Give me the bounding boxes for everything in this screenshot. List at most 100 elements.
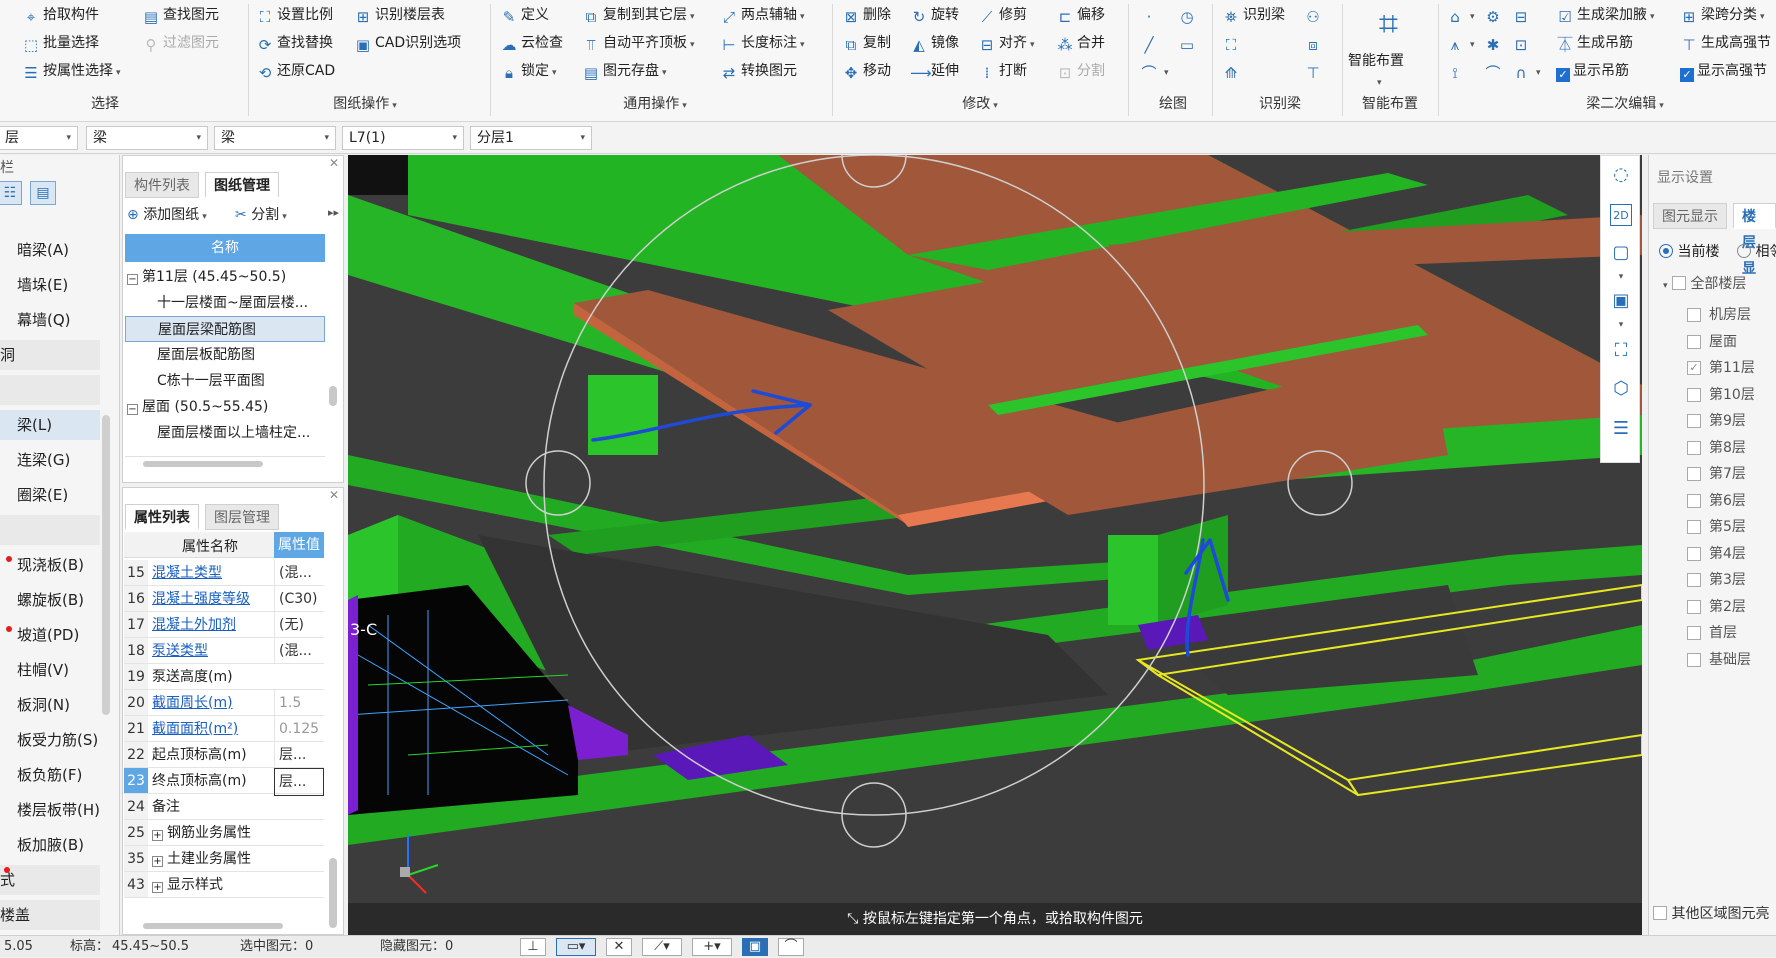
component-select[interactable]: L7(1) ▾	[342, 126, 464, 150]
property-value[interactable]: 层...	[274, 742, 324, 768]
property-row[interactable]: 15 混凝土类型 (混...	[124, 560, 324, 586]
tab-properties[interactable]: 属性列表	[125, 504, 199, 530]
beam-tool-5[interactable]: ✱	[1484, 32, 1505, 54]
checkbox-icon[interactable]	[1687, 334, 1701, 349]
beam-tool-6[interactable]: ⊡	[1512, 32, 1533, 54]
collapse-icon[interactable]: −	[127, 404, 138, 415]
display-settings-icon[interactable]: ☰	[1610, 418, 1632, 440]
identify-tool-2[interactable]: ⛶	[1222, 32, 1243, 54]
floor-item[interactable]: 第8层	[1687, 433, 1746, 463]
2d-view-icon[interactable]: 2D	[1610, 204, 1632, 226]
nav-scrollbar[interactable]	[102, 415, 110, 715]
plus-snap-icon[interactable]: +▾	[692, 938, 732, 956]
break-button[interactable]: ⁞ 打断	[978, 60, 1027, 82]
floor-item[interactable]: 第3层	[1687, 565, 1746, 595]
nav-item[interactable]: 连梁(G)	[0, 445, 100, 475]
property-row[interactable]: 18 泵送类型 (混...	[124, 638, 324, 664]
define-button[interactable]: ✎ 定义	[500, 4, 549, 26]
show-stirrup-checkbox[interactable]: ✓ 显示高强节	[1680, 60, 1767, 82]
floor-item[interactable]: 第5层	[1687, 512, 1746, 542]
floor-item[interactable]: 第10层	[1687, 380, 1755, 410]
extend-button[interactable]: ⟶延伸	[910, 60, 959, 82]
convert-elements-button[interactable]: ⇄ 转换图元	[720, 60, 797, 82]
property-value[interactable]: 1.5	[274, 690, 324, 716]
filter-elements-button[interactable]: ⚲ 过滤图元	[142, 32, 220, 54]
gen-stirrup-button[interactable]: ⊤ 生成高强节	[1680, 32, 1771, 54]
cloud-check-button[interactable]: ☁ 云检查	[500, 32, 564, 54]
property-row[interactable]: 25 + 钢筋业务属性	[124, 820, 324, 846]
tab-drawings[interactable]: 图纸管理	[205, 172, 279, 198]
floor-item[interactable]: 屋面	[1687, 327, 1737, 357]
property-row[interactable]: 35 + 土建业务属性	[124, 846, 324, 872]
gen-hanger-button[interactable]: ⏄ 生成吊筋	[1556, 32, 1633, 54]
tree-item-selected[interactable]: 屋面层梁配筋图	[125, 316, 325, 342]
expand-icon[interactable]: +	[152, 856, 163, 867]
split-drawing-button[interactable]: ✂ 分割 ▾	[235, 204, 287, 224]
3d-viewport[interactable]: 3-C ⤡ 按鼠标左键指定第一个角点，或拾取构件图元	[348, 155, 1642, 935]
nav-item[interactable]: 现浇板(B)	[0, 550, 100, 580]
list-view-icon[interactable]: ☷	[0, 181, 22, 205]
property-row[interactable]: 43 + 显示样式	[124, 872, 324, 898]
identify-tool-4[interactable]: ⟰	[1222, 60, 1243, 82]
batch-select-button[interactable]: ⬚ 批量选择	[22, 32, 99, 54]
nav-item[interactable]: 墙垛(E)	[0, 270, 100, 300]
checkbox-icon[interactable]	[1687, 467, 1701, 481]
checkbox-icon[interactable]	[1687, 414, 1701, 428]
floor-item[interactable]: 基础层	[1687, 645, 1751, 675]
identify-tool-5[interactable]: ⊤	[1304, 60, 1325, 82]
3d-box-icon[interactable]: ▢	[1610, 242, 1632, 264]
two-point-axis-button[interactable]: ⤢ 两点辅轴 ▾	[720, 4, 805, 26]
collapse-icon[interactable]: −	[127, 274, 138, 285]
merge-button[interactable]: ⁂ 合并	[1056, 32, 1106, 54]
fit-view-icon[interactable]: ⛶	[1610, 340, 1632, 362]
beam-tool-3[interactable]: ⊟	[1512, 4, 1533, 26]
arc-snap-icon[interactable]: ⌒	[778, 938, 804, 956]
cross-select-icon[interactable]: ✕	[606, 938, 632, 956]
point-tool[interactable]: ·	[1140, 4, 1161, 26]
nav-item[interactable]: 板加腋(B)	[0, 830, 100, 860]
copy-button[interactable]: ⧉ 复制	[842, 32, 891, 54]
checkbox-icon[interactable]	[1687, 546, 1701, 561]
tree-group[interactable]: − 第11层 (45.45~50.5)	[127, 264, 327, 290]
property-value[interactable]: (无)	[274, 612, 324, 638]
floor-item[interactable]: 第4层	[1687, 539, 1746, 569]
gen-haunch-button[interactable]: ☑ 生成梁加腋 ▾	[1556, 4, 1654, 26]
save-elements-button[interactable]: ▤ 图元存盘 ▾	[582, 60, 667, 82]
property-value[interactable]: (C30)	[274, 586, 324, 612]
expand-icon[interactable]: +	[152, 882, 163, 893]
beam-tool-1[interactable]: ⌂ ▾	[1446, 4, 1474, 26]
dynamic-view-icon[interactable]: ⬡	[1610, 378, 1632, 400]
beam-tool-7[interactable]: ⟟	[1446, 60, 1467, 82]
property-value[interactable]: (混...	[274, 638, 324, 664]
trim-button[interactable]: ⟋ 修剪	[978, 4, 1027, 26]
close-icon[interactable]: ✕	[329, 156, 339, 170]
model-canvas[interactable]: 3-C	[348, 155, 1642, 935]
show-hanger-checkbox[interactable]: ✓ 显示吊筋	[1556, 60, 1629, 82]
property-row[interactable]: 22 起点顶标高(m) 层...	[124, 742, 324, 768]
property-row[interactable]: 23 终点顶标高(m) 层...	[124, 768, 324, 796]
tree-item[interactable]: 屋面层楼面以上墙柱定...	[125, 420, 325, 446]
rotate-button[interactable]: ↻ 旋转	[910, 4, 959, 26]
mirror-button[interactable]: ◭ 镜像	[910, 32, 959, 54]
cube-view-icon[interactable]: ▣	[1610, 290, 1632, 312]
checkbox-icon[interactable]	[1687, 652, 1701, 667]
nav-item[interactable]: 板洞(N)	[0, 690, 100, 720]
property-value[interactable]: 0.125	[274, 716, 324, 742]
select-rect-icon[interactable]: ▭▾	[556, 938, 596, 956]
rect-tool[interactable]: ▭	[1178, 32, 1199, 54]
tab-element-display[interactable]: 图元显示	[1653, 203, 1727, 229]
pick-component-button[interactable]: ⌖ 拾取构件	[22, 4, 99, 26]
tab-components[interactable]: 构件列表	[125, 172, 199, 198]
smart-layout-icon-button[interactable]: ⌗	[1355, 4, 1425, 54]
beam-tool-2[interactable]: ⚙	[1484, 4, 1505, 26]
floor-item[interactable]: 第7层	[1687, 459, 1746, 489]
tab-layers[interactable]: 图层管理	[205, 504, 279, 530]
find-replace-button[interactable]: ⟳ 查找替换	[256, 32, 333, 54]
checkbox-icon[interactable]	[1687, 573, 1701, 587]
identify-tool-1[interactable]: ⚇	[1304, 4, 1325, 26]
cad-options-button[interactable]: ▣ CAD识别选项	[354, 32, 461, 54]
floor-item[interactable]: 首层	[1687, 618, 1737, 648]
nav-category-blank[interactable]	[0, 515, 100, 545]
nav-category-blank[interactable]	[0, 375, 100, 405]
find-elements-button[interactable]: ▤ 查找图元	[142, 4, 219, 26]
